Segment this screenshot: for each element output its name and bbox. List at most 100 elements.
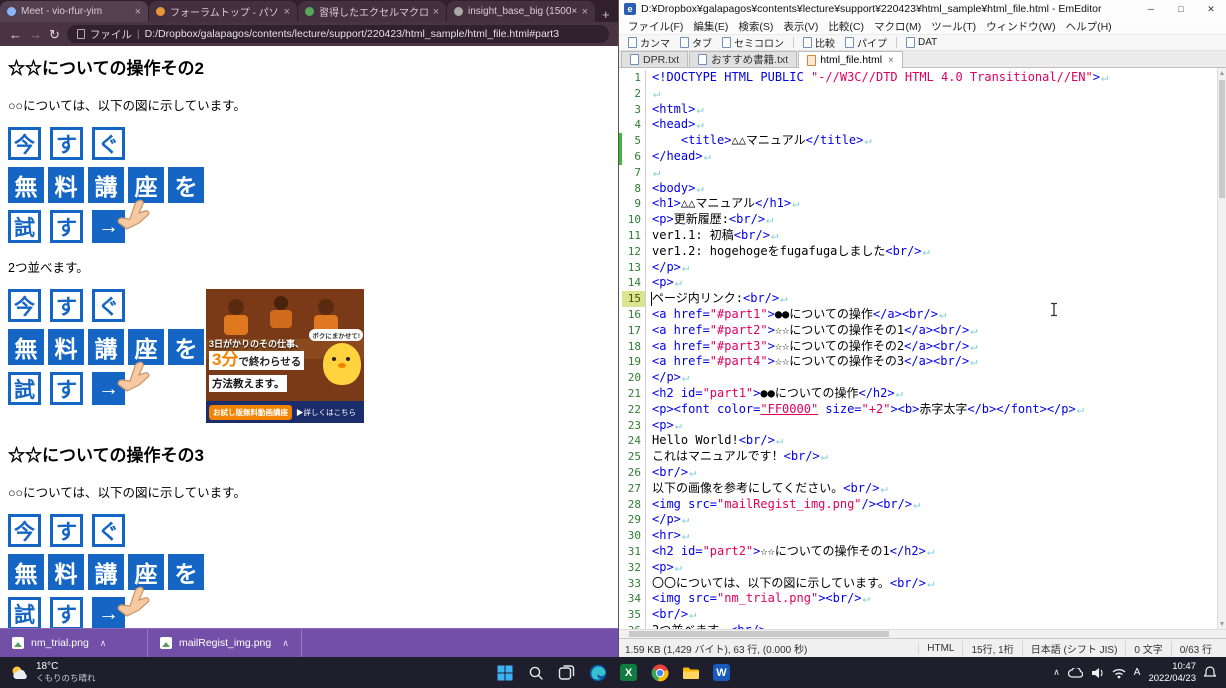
tab-close-icon[interactable]: × <box>582 6 588 18</box>
code-text[interactable]: <h2 id="part1">●●についての操作</h2>↵ <box>652 386 903 402</box>
toolbar-button[interactable]: 比較 <box>799 34 839 51</box>
code-text[interactable]: </head>↵ <box>652 149 711 165</box>
status-caret-position[interactable]: 15行, 1桁 <box>962 641 1021 656</box>
line-number[interactable]: 14 <box>622 275 646 291</box>
tab-close-icon[interactable]: × <box>135 6 141 18</box>
editor-vertical-scrollbar[interactable] <box>1217 68 1226 629</box>
code-text[interactable]: ページ内リンク:<br/>↵ <box>652 291 787 307</box>
line-number[interactable]: 8 <box>622 181 646 197</box>
code-text[interactable]: <a href="#part1">●●についての操作</a><br/>↵ <box>652 307 946 323</box>
line-number[interactable]: 28 <box>622 497 646 513</box>
editor-tab[interactable]: DPR.txt <box>621 51 688 67</box>
code-text[interactable]: ver1.1: 初稿<br/>↵ <box>652 228 778 244</box>
code-text[interactable]: Hello World!<br/>↵ <box>652 433 783 449</box>
new-tab-button[interactable]: + <box>596 7 616 22</box>
line-number[interactable]: 26 <box>622 465 646 481</box>
menu-item[interactable]: ツール(T) <box>926 19 981 34</box>
line-number[interactable]: 18 <box>622 339 646 355</box>
code-text[interactable]: これはマニュアルです！<br/>↵ <box>652 449 828 465</box>
line-number[interactable]: 30 <box>622 528 646 544</box>
code-text[interactable]: <img src="mailRegist_img.png"/><br/>↵ <box>652 497 920 513</box>
code-editing-area[interactable]: 1<!DOCTYPE HTML PUBLIC "-//W3C//DTD HTML… <box>619 68 1226 629</box>
browser-tab[interactable]: 習得したエクセルマクロを使いこな...× <box>298 1 446 22</box>
code-text[interactable]: </p>↵ <box>652 260 689 276</box>
line-number[interactable]: 34 <box>622 591 646 607</box>
code-text[interactable]: 以下の画像を参考にしてください。<br/>↵ <box>652 481 888 497</box>
line-number[interactable]: 13 <box>622 260 646 276</box>
toolbar-button[interactable]: DAT <box>902 36 941 49</box>
download-item[interactable]: nm_trial.png∧ <box>0 629 148 657</box>
line-number[interactable]: 4 <box>622 117 646 133</box>
back-button[interactable]: ← <box>9 28 22 41</box>
code-text[interactable]: <a href="#part3">☆☆についての操作その2</a><br/>↵ <box>652 339 977 355</box>
status-selection-count[interactable]: 0 文字 <box>1125 641 1170 656</box>
toolbar-button[interactable]: パイプ <box>841 34 891 51</box>
line-number[interactable]: 19 <box>622 354 646 370</box>
line-number[interactable]: 31 <box>622 544 646 560</box>
code-text[interactable]: ↵ <box>652 86 660 102</box>
line-number[interactable]: 5 <box>622 133 646 149</box>
code-text[interactable]: <p>↵ <box>652 275 682 291</box>
line-number[interactable]: 33 <box>622 576 646 592</box>
reload-button[interactable]: ↻ <box>49 28 60 41</box>
address-bar[interactable]: ファイル | D:/Dropbox/galapagos/contents/lec… <box>67 25 609 43</box>
onedrive-cloud-icon[interactable] <box>1068 668 1083 678</box>
menu-item[interactable]: ファイル(F) <box>623 19 688 34</box>
scrollbar-thumb[interactable] <box>629 631 889 637</box>
editor-tab[interactable]: html_file.html× <box>798 51 903 68</box>
line-number[interactable]: 9 <box>622 196 646 212</box>
status-encoding[interactable]: 日本語 (シフト JIS) <box>1022 641 1126 656</box>
code-text[interactable]: <html>↵ <box>652 102 704 118</box>
notification-bell-icon[interactable] <box>1204 666 1216 679</box>
start-icon[interactable] <box>492 660 517 685</box>
ime-indicator[interactable]: A <box>1134 667 1141 678</box>
line-number[interactable]: 10 <box>622 212 646 228</box>
code-text[interactable]: <body>↵ <box>652 181 704 197</box>
line-number[interactable]: 35 <box>622 607 646 623</box>
code-text[interactable]: </p>↵ <box>652 512 689 528</box>
code-text[interactable]: <p>更新履歴:<br/>↵ <box>652 212 773 228</box>
code-text[interactable]: <p>↵ <box>652 418 682 434</box>
code-text[interactable]: <h1>△△マニュアル</h1>↵ <box>652 196 799 212</box>
code-text[interactable]: <title>△△マニュアル</title>↵ <box>652 133 872 149</box>
menu-item[interactable]: ヘルプ(H) <box>1061 19 1117 34</box>
editor-tab[interactable]: おすすめ書籍.txt <box>689 51 797 67</box>
line-number[interactable]: 6 <box>622 149 646 165</box>
code-text[interactable]: <head>↵ <box>652 117 704 133</box>
scrollbar-thumb[interactable] <box>1219 80 1225 198</box>
line-number[interactable]: 25 <box>622 449 646 465</box>
line-number[interactable]: 2 <box>622 86 646 102</box>
line-number[interactable]: 29 <box>622 512 646 528</box>
menu-item[interactable]: マクロ(M) <box>869 19 926 34</box>
menu-item[interactable]: 表示(V) <box>778 19 823 34</box>
line-number[interactable]: 16 <box>622 307 646 323</box>
minimize-button[interactable]: ─ <box>1136 0 1166 18</box>
browser-tab[interactable]: insight_base_big (1500×550)× <box>447 1 595 22</box>
line-number[interactable]: 21 <box>622 386 646 402</box>
menu-item[interactable]: 比較(C) <box>823 19 869 34</box>
browser-tab[interactable]: Meet - vio-rfur-yim× <box>0 1 148 22</box>
line-number[interactable]: 32 <box>622 560 646 576</box>
hidden-icons-chevron-icon[interactable]: ∧ <box>1053 667 1060 678</box>
task-view-icon[interactable] <box>554 660 579 685</box>
line-number[interactable]: 23 <box>622 418 646 434</box>
menu-item[interactable]: 検索(S) <box>733 19 778 34</box>
status-line-ratio[interactable]: 0/63 行 <box>1171 641 1220 656</box>
toolbar-button[interactable]: カンマ <box>624 34 674 51</box>
line-number[interactable]: 15 <box>622 291 646 307</box>
tab-close-icon[interactable]: × <box>888 55 894 66</box>
menu-item[interactable]: 編集(E) <box>688 19 733 34</box>
line-number[interactable]: 12 <box>622 244 646 260</box>
code-text[interactable]: ver1.2: hogehogeをfugafugaしました<br/>↵ <box>652 244 930 260</box>
edge-icon[interactable] <box>585 660 610 685</box>
code-text[interactable]: <br/>↵ <box>652 465 696 481</box>
taskbar-clock[interactable]: 10:47 2022/04/23 <box>1148 661 1196 685</box>
code-text[interactable]: 〇〇については、以下の図に示しています。<br/>↵ <box>652 576 934 592</box>
maximize-button[interactable]: □ <box>1166 0 1196 18</box>
editor-horizontal-scrollbar[interactable] <box>619 629 1226 638</box>
toolbar-button[interactable]: タブ <box>676 34 716 51</box>
line-number[interactable]: 1 <box>622 70 646 86</box>
menu-item[interactable]: ウィンドウ(W) <box>981 19 1060 34</box>
tab-close-icon[interactable]: × <box>284 6 290 18</box>
code-text[interactable]: ↵ <box>652 165 660 181</box>
